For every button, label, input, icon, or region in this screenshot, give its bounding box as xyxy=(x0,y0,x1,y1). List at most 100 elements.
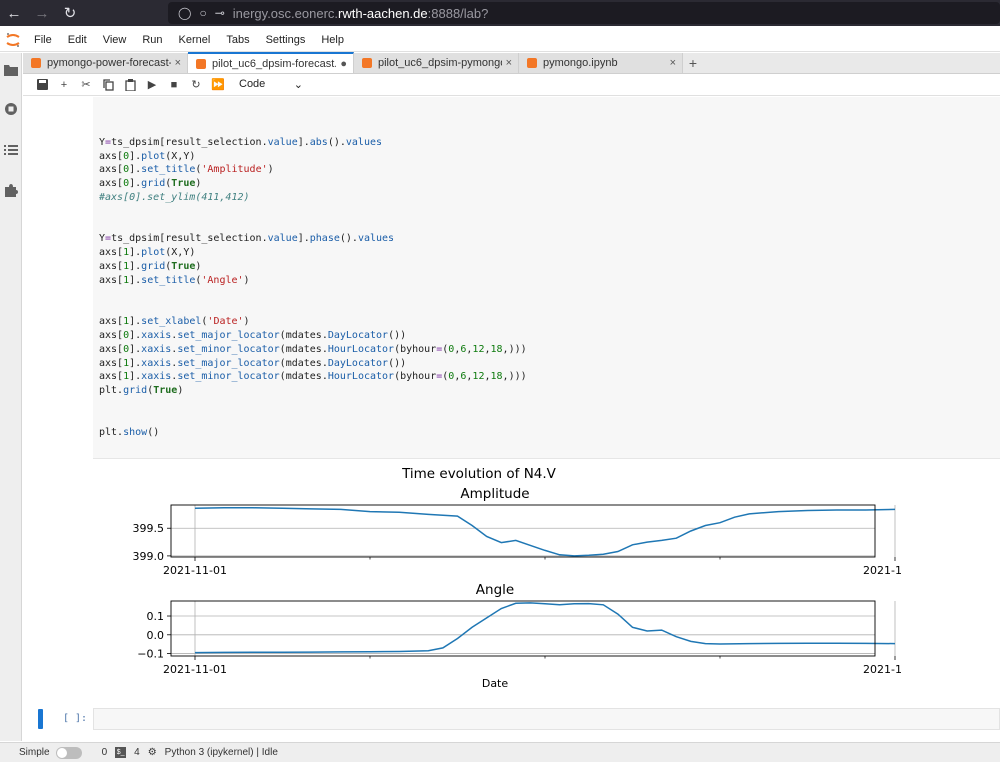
folder-icon[interactable] xyxy=(3,62,19,78)
code-line: Y=ts_dpsim[result_selection.value].abs()… xyxy=(99,136,383,148)
close-icon[interactable]: × xyxy=(670,57,676,69)
cell-type-value: Code xyxy=(239,78,266,90)
key-icon: ⊸ xyxy=(214,6,225,20)
tab-pilot-uc6-dpsim-forecast[interactable]: pilot_uc6_dpsim-forecast.ip ● xyxy=(188,52,354,73)
close-icon[interactable]: × xyxy=(175,57,181,69)
url-host: rwth-aachen.de xyxy=(338,5,428,21)
menu-run[interactable]: Run xyxy=(134,34,170,46)
run-icon[interactable]: ▶ xyxy=(141,75,163,95)
status-count-a: 0 xyxy=(101,747,108,758)
left-sidebar xyxy=(0,53,22,741)
shield-icon: ◯ xyxy=(178,6,192,20)
forward-icon[interactable]: → xyxy=(28,0,56,26)
close-icon[interactable]: × xyxy=(506,57,512,69)
tab-label: pymongo.ipynb xyxy=(543,57,618,69)
url-suffix: :8888/lab? xyxy=(427,5,489,21)
menu-bar: File Edit View Run Kernel Tabs Settings … xyxy=(0,28,1000,52)
code-editor[interactable]: ​ Y=ts_dpsim[result_selection.value].abs(… xyxy=(99,122,527,439)
notebook-icon xyxy=(196,58,206,69)
copy-icon[interactable] xyxy=(97,75,119,95)
table-of-contents-icon[interactable] xyxy=(3,142,19,158)
menu-view[interactable]: View xyxy=(95,34,135,46)
x-tick-label: 2021-11-01 xyxy=(163,564,227,577)
empty-cell-editor[interactable] xyxy=(93,708,1000,730)
y-tick-label: −0.1 xyxy=(137,648,164,661)
code-line: axs[0].plot(X,Y) xyxy=(99,150,196,162)
menu-edit[interactable]: Edit xyxy=(60,34,95,46)
code-line: plt.grid(True) xyxy=(99,385,184,397)
restart-run-all-icon[interactable]: ⏩ xyxy=(207,75,229,95)
code-line: Y=ts_dpsim[result_selection.value].phase… xyxy=(99,233,395,245)
running-icon[interactable] xyxy=(3,101,19,117)
back-icon[interactable]: ← xyxy=(0,0,28,26)
document-tabbar: pymongo-power-forecast-lc × pilot_uc6_dp… xyxy=(23,52,1000,74)
cut-icon[interactable]: ✂ xyxy=(75,75,97,95)
tab-pymongo-power-forecast[interactable]: pymongo-power-forecast-lc × xyxy=(23,53,188,73)
cell-type-dropdown[interactable]: Code ⌄ xyxy=(239,78,303,91)
notebook-toolbar: + ✂ ▶ ■ ↻ ⏩ Code ⌄ xyxy=(23,74,1000,96)
menu-tabs[interactable]: Tabs xyxy=(218,34,257,46)
code-cell-input[interactable]: ​ Y=ts_dpsim[result_selection.value].abs(… xyxy=(93,97,1000,459)
status-bar: Simple 0 $_ 4 ⚙ Python 3 (ipykernel) | I… xyxy=(0,742,1000,762)
angle-xlabel: Date xyxy=(482,677,509,690)
simple-mode-toggle[interactable] xyxy=(55,746,82,759)
code-line: axs[1].plot(X,Y) xyxy=(99,247,196,259)
browser-toolbar: ← → ↻ ◯ ○ ⊸ inergy.osc.eonerc. rwth-aache… xyxy=(0,0,1000,26)
x-tick-label: 2021-11-02 xyxy=(863,663,903,676)
y-tick-label: 0.1 xyxy=(147,610,165,623)
code-line: axs[0].grid(True) xyxy=(99,178,202,190)
kernel-status[interactable]: Python 3 (ipykernel) | Idle xyxy=(165,747,278,758)
code-line: ​ xyxy=(99,412,527,426)
code-line: axs[1].set_xlabel('Date') xyxy=(99,316,250,328)
code-line: axs[0].xaxis.set_minor_locator(mdates.Ho… xyxy=(99,343,527,355)
terminal-icon[interactable]: $_ xyxy=(115,747,127,758)
y-tick-label: 399.5 xyxy=(133,522,165,535)
menu-file[interactable]: File xyxy=(26,34,60,46)
restart-icon[interactable]: ↻ xyxy=(185,75,207,95)
figure-suptitle: Time evolution of N4.V xyxy=(401,466,557,482)
save-icon[interactable] xyxy=(31,75,53,95)
url-bar[interactable]: ◯ ○ ⊸ inergy.osc.eonerc. rwth-aachen.de:8… xyxy=(168,2,1000,24)
tab-label: pymongo-power-forecast-lc xyxy=(47,57,171,69)
menu-kernel[interactable]: Kernel xyxy=(171,34,219,46)
gear-icon[interactable]: ⚙ xyxy=(148,747,157,758)
menu-settings[interactable]: Settings xyxy=(258,34,314,46)
y-tick-label: 0.0 xyxy=(147,629,165,642)
add-tab-button[interactable]: + xyxy=(683,53,703,73)
code-line: ​ xyxy=(99,301,527,315)
add-cell-icon[interactable]: + xyxy=(53,75,75,95)
tab-pilot-uc6-dpsim-pymongo[interactable]: pilot_uc6_dpsim-pymongo.ip × xyxy=(354,53,519,73)
x-tick-label: 2021-11-02 xyxy=(863,564,903,577)
lock-icon: ○ xyxy=(199,6,207,20)
extension-puzzle-icon[interactable] xyxy=(3,182,19,198)
empty-code-cell[interactable]: [ ]: xyxy=(23,707,1000,731)
amplitude-axes: 399.0 399.5 2021-11-01 2021-11-02 xyxy=(133,504,903,577)
simple-mode-label: Simple xyxy=(19,747,50,758)
stop-icon[interactable]: ■ xyxy=(163,75,185,95)
tab-pymongo[interactable]: pymongo.ipynb × xyxy=(519,53,683,73)
x-tick-label: 2021-11-01 xyxy=(163,663,227,676)
menu-help[interactable]: Help xyxy=(313,34,352,46)
status-count-b: 4 xyxy=(134,747,140,758)
code-line: axs[1].grid(True) xyxy=(99,260,202,272)
notebook-icon xyxy=(527,58,537,68)
paste-icon[interactable] xyxy=(119,75,141,95)
code-line: plt.show() xyxy=(99,426,160,438)
angle-series-line xyxy=(194,602,896,654)
amplitude-title: Amplitude xyxy=(460,486,529,502)
output-figure: Time evolution of N4.V Amplitude 399.039… xyxy=(133,466,904,690)
amplitude-series-line xyxy=(194,507,896,557)
active-cell-indicator xyxy=(38,709,43,729)
input-prompt: [ ]: xyxy=(63,713,88,724)
reload-icon[interactable]: ↻ xyxy=(56,0,84,26)
y-tick-label: 399.0 xyxy=(133,550,165,563)
angle-title: Angle xyxy=(476,582,514,598)
axes-frame xyxy=(170,600,876,657)
code-line: axs[1].set_title('Angle') xyxy=(99,274,250,286)
notebook-panel: ​ Y=ts_dpsim[result_selection.value].abs(… xyxy=(23,97,1000,741)
code-line: ​ xyxy=(99,288,527,302)
angle-axes: 0.1 0.0 −0.1 2021-11-01 2021-11-02 xyxy=(137,600,903,676)
code-line: axs[0].set_title('Amplitude') xyxy=(99,164,274,176)
code-line: ​ xyxy=(99,398,527,412)
unsaved-dot-icon[interactable]: ● xyxy=(340,58,347,70)
